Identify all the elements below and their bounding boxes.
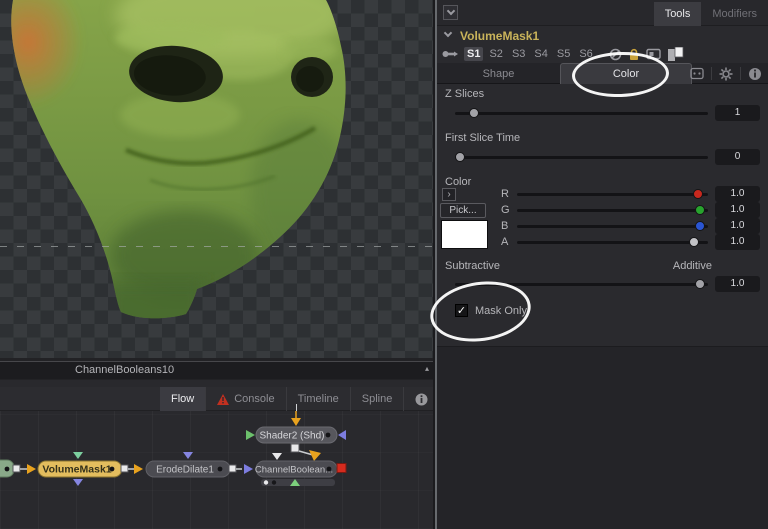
red-slider[interactable] bbox=[517, 193, 708, 196]
subtab-row: Shape Color bbox=[437, 63, 768, 84]
slot-s2[interactable]: S2 bbox=[486, 47, 505, 61]
inspector-top-bar: Tools Modifiers bbox=[437, 0, 768, 26]
settings-list-icon[interactable] bbox=[690, 67, 704, 80]
blue-handle[interactable] bbox=[695, 221, 705, 231]
node-channelboolean-label: ChannelBoolean... bbox=[255, 465, 333, 476]
additive-label: Additive bbox=[672, 260, 712, 272]
slot-s3[interactable]: S3 bbox=[509, 47, 528, 61]
channelboolean-red-square[interactable] bbox=[336, 463, 347, 473]
tool-header[interactable]: VolumeMask1 bbox=[437, 26, 768, 45]
connection-line-stub bbox=[296, 404, 297, 411]
lock-icon[interactable] bbox=[628, 48, 640, 61]
arrow-into-volumemask bbox=[27, 464, 36, 474]
slot-s4[interactable]: S4 bbox=[531, 47, 550, 61]
channel-row-a: A 1.0 bbox=[437, 234, 768, 250]
first-slice-time-handle[interactable] bbox=[455, 152, 465, 162]
erodedilate-top-triangle bbox=[183, 452, 193, 459]
alpha-slider[interactable] bbox=[517, 241, 708, 244]
gear-icon[interactable] bbox=[719, 67, 733, 81]
blend-value[interactable]: 1.0 bbox=[715, 276, 760, 292]
red-value[interactable]: 1.0 bbox=[715, 186, 760, 202]
alien-head-render bbox=[11, 0, 346, 319]
viewer-node-label: ChannelBooleans10 bbox=[75, 364, 175, 376]
display-icon[interactable] bbox=[646, 48, 661, 60]
tile-color-icon[interactable] bbox=[667, 46, 685, 62]
viewer-panel[interactable]: ChannelBooleans10 ▴ bbox=[0, 0, 437, 380]
inspector-controls: Z Slices 1 First Slice Time 0 Color › Pi… bbox=[437, 84, 768, 346]
blend-handle[interactable] bbox=[695, 279, 705, 289]
erodedilate-output-square[interactable] bbox=[228, 464, 237, 473]
viewer-title-bar[interactable]: ChannelBooleans10 ▴ bbox=[0, 361, 437, 379]
upstream-output-square[interactable] bbox=[12, 464, 21, 473]
mask-only-checkbox[interactable]: ✓ bbox=[455, 304, 468, 317]
first-slice-time-slider[interactable] bbox=[455, 149, 708, 165]
slot-s1[interactable]: S1 bbox=[464, 47, 484, 61]
arrow-into-shader bbox=[291, 418, 301, 426]
alpha-value[interactable]: 1.0 bbox=[715, 234, 760, 250]
first-slice-time-value[interactable]: 0 bbox=[715, 149, 760, 165]
z-slices-slider[interactable] bbox=[455, 105, 708, 121]
volumemask-bottom-triangle bbox=[73, 479, 83, 486]
z-slices-label: Z Slices bbox=[445, 88, 485, 100]
tab-color[interactable]: Color bbox=[560, 63, 692, 84]
arrow-shader-to-channelboolean bbox=[309, 450, 321, 461]
red-handle[interactable] bbox=[693, 189, 703, 199]
slot-row: S1 S2 S3 S4 S5 S6 bbox=[437, 45, 768, 63]
chevron-down-icon bbox=[446, 6, 455, 16]
node-volumemask1-label: VolumeMask1 bbox=[42, 464, 111, 476]
tab-tools[interactable]: Tools bbox=[653, 2, 702, 26]
mask-only-label: Mask Only bbox=[475, 305, 527, 317]
fusion-window: ChannelBooleans10 ▴ Flow Console Timelin… bbox=[0, 0, 768, 529]
slot-s6[interactable]: S6 bbox=[576, 47, 595, 61]
shader-input-arrow bbox=[246, 430, 255, 440]
tool-name: VolumeMask1 bbox=[460, 29, 540, 43]
tab-shape[interactable]: Shape bbox=[437, 63, 560, 84]
disable-icon[interactable] bbox=[609, 48, 622, 61]
tab-spline[interactable]: Spline bbox=[349, 387, 404, 411]
alpha-handle[interactable] bbox=[689, 237, 699, 247]
volumemask-top-triangle bbox=[73, 452, 83, 459]
info-icon[interactable] bbox=[748, 67, 762, 81]
tab-modifiers[interactable]: Modifiers bbox=[701, 2, 768, 26]
inspector-empty-area bbox=[437, 346, 768, 529]
green-value[interactable]: 1.0 bbox=[715, 202, 760, 218]
shader-dot[interactable] bbox=[325, 432, 331, 438]
z-slices-value[interactable]: 1 bbox=[715, 105, 760, 121]
arrow-into-channelboolean bbox=[244, 464, 253, 474]
channelboolean-top-triangle bbox=[272, 453, 282, 460]
green-handle[interactable] bbox=[695, 205, 705, 215]
warning-icon bbox=[217, 393, 230, 405]
blue-slider[interactable] bbox=[517, 225, 708, 228]
subtractive-label: Subtractive bbox=[445, 260, 501, 272]
blend-slider[interactable] bbox=[455, 276, 708, 292]
first-slice-time-label: First Slice Time bbox=[445, 132, 521, 144]
channel-row-b: B 1.0 bbox=[437, 218, 768, 234]
shader-right-arrow bbox=[338, 430, 346, 440]
viewer-collapse-icon[interactable]: ▴ bbox=[425, 364, 429, 373]
volumemask-output-square[interactable] bbox=[120, 464, 129, 473]
channel-row-r: R 1.0 bbox=[437, 186, 768, 202]
panel-collapse-button[interactable] bbox=[443, 5, 458, 20]
blue-value[interactable]: 1.0 bbox=[715, 218, 760, 234]
flow-panel: Flow Console Timeline Spline Shader2 (Sh… bbox=[0, 380, 464, 529]
tab-console[interactable]: Console bbox=[205, 387, 285, 411]
node-erodedilate1-label: ErodeDilate1 bbox=[156, 465, 214, 476]
z-slices-handle[interactable] bbox=[469, 108, 479, 118]
shader-output-square[interactable] bbox=[290, 443, 300, 453]
arrow-into-erodedilate bbox=[134, 464, 143, 474]
viewer-guide-line bbox=[0, 246, 432, 247]
slot-s5[interactable]: S5 bbox=[554, 47, 573, 61]
node-graph-canvas[interactable]: Shader2 (Shd) VolumeMask1 ErodeDilate1 C… bbox=[0, 411, 437, 529]
tab-flow[interactable]: Flow bbox=[160, 387, 206, 411]
inspector-panel: Tools Modifiers VolumeMask1 S1 S2 S3 S4 … bbox=[437, 0, 768, 529]
pin-icon[interactable] bbox=[442, 48, 458, 60]
green-slider[interactable] bbox=[517, 209, 708, 212]
chevron-down-icon bbox=[443, 28, 453, 38]
channel-row-g: G 1.0 bbox=[437, 202, 768, 218]
node-shader2-label: Shader2 (Shd) bbox=[259, 431, 324, 442]
flow-tab-bar: Flow Console Timeline Spline bbox=[0, 387, 464, 411]
